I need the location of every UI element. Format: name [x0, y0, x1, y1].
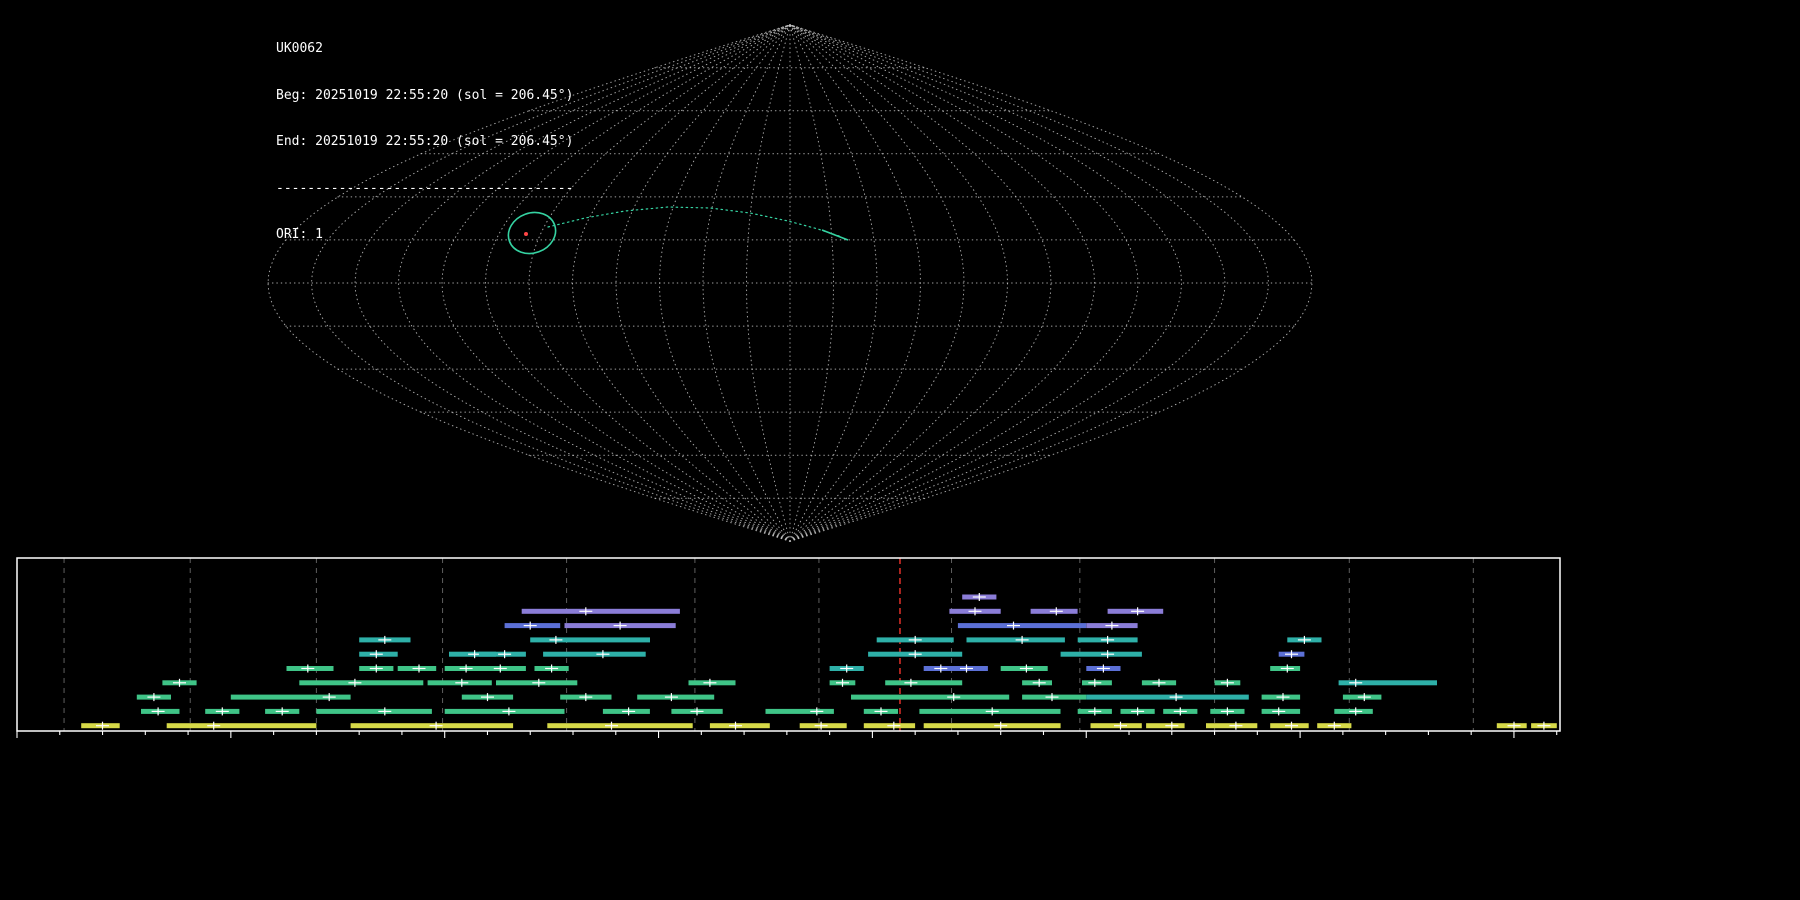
shower-bar-dsx: [765, 708, 834, 714]
shower-bar-ssg: [316, 708, 432, 714]
sky-meridian: [789, 24, 878, 542]
radiant-drift-current: [821, 229, 849, 241]
end-line: End: 20251019 22:55:20 (sol = 206.45°): [276, 134, 574, 149]
shower-bar-eta: [166, 723, 317, 729]
plot-canvas: +180+150+120+90+60+30+0+330+300+270+240+…: [0, 0, 1561, 738]
shower-bar-nda: [547, 723, 693, 729]
run-info-block: UK0062 Beg: 20251019 22:55:20 (sol = 206…: [276, 10, 573, 274]
activity-timeline: [16, 557, 1561, 738]
shower-bar-com: [1086, 694, 1249, 700]
shower-bar-sta: [851, 694, 1010, 700]
shower-bar-sda: [530, 637, 650, 643]
station-id: UK0062: [276, 41, 323, 56]
shower-count-line: ORI: 1: [276, 227, 323, 242]
beg-line: Beg: 20251019 22:55:20 (sol = 206.45°): [276, 87, 574, 103]
shower-bar-nta: [923, 723, 1061, 729]
svg-text:EVI: EVI: [0, 0, 27, 4]
sky-meridian: [702, 24, 791, 542]
shower-bar-and: [957, 623, 1087, 629]
meteor-plot-page: +180+150+120+90+60+30+0+330+300+270+240+…: [0, 0, 1800, 900]
shower-bar-eri: [521, 608, 680, 614]
shower-bar-per: [543, 651, 646, 657]
timeline-frame: [16, 557, 1561, 732]
radiant-drift-track: [547, 206, 843, 238]
shower-bar-ori: [885, 680, 963, 686]
divider-line: --------------------------------------: [276, 180, 574, 196]
